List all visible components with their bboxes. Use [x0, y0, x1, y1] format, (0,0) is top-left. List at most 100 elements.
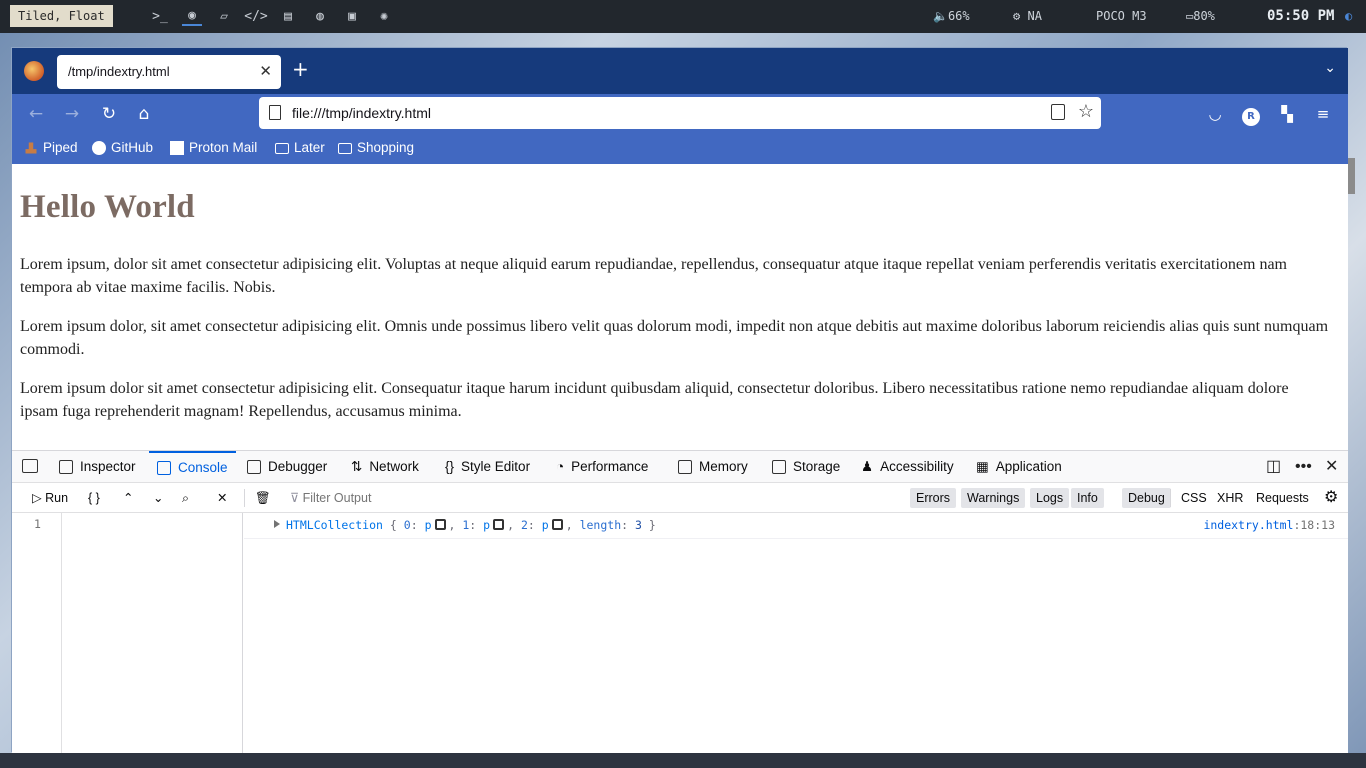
browser-window: /tmp/indextry.html ✕ + ⌄ ← → ↻ ⌂ ☆ ◡ R ▚… — [11, 47, 1348, 754]
filter-logs[interactable]: Logs — [1030, 488, 1070, 508]
node-target-icon[interactable] — [493, 519, 505, 530]
tab-accessibility[interactable]: ♟ Accessibility — [861, 451, 954, 483]
firefox-view-icon[interactable] — [24, 61, 44, 81]
element-picker-icon[interactable] — [22, 459, 38, 473]
settings-icon[interactable]: ✺ — [374, 6, 394, 26]
tab-debugger[interactable]: Debugger — [247, 451, 327, 483]
reader-view-icon[interactable] — [1051, 104, 1065, 120]
console-message: HTMLCollection { 0: p, 1: p, 2: p, lengt… — [244, 513, 1348, 539]
folder-icon — [275, 143, 289, 154]
tab-active[interactable]: /tmp/indextry.html ✕ — [57, 55, 281, 89]
history-previous-icon[interactable]: ⌃ — [123, 483, 133, 513]
tab-inspector[interactable]: Inspector — [59, 451, 136, 483]
terminal-icon[interactable]: >_ — [150, 6, 170, 26]
node-target-icon[interactable] — [434, 519, 446, 530]
bookmark-folder-later[interactable]: Later — [275, 140, 325, 155]
chat-icon[interactable]: ◍ — [310, 6, 330, 26]
tab-title: /tmp/indextry.html — [68, 64, 170, 79]
bookmark-folder-shopping[interactable]: Shopping — [338, 140, 414, 155]
close-editor-icon[interactable]: ✕ — [217, 483, 227, 513]
extensions-icon[interactable]: ▚ — [1275, 102, 1299, 126]
desktop-bottom-strip — [0, 753, 1366, 768]
expand-triangle-icon[interactable] — [274, 520, 280, 528]
dock-side-icon[interactable]: ◫ — [1266, 451, 1281, 483]
volume-value: 66% — [947, 9, 970, 23]
proton-mail-icon — [170, 140, 184, 155]
reverse-search-icon[interactable]: ⌕ — [182, 483, 189, 513]
filter-xhr[interactable]: XHR — [1217, 483, 1243, 513]
paragraph: Lorem ipsum dolor sit amet consectetur a… — [20, 380, 1289, 420]
console-icon — [157, 461, 171, 475]
code-icon[interactable]: </> — [244, 6, 267, 26]
bookmark-proton-mail[interactable]: Proton Mail — [170, 140, 257, 155]
tab-style-editor[interactable]: {} Style Editor — [445, 451, 530, 483]
tab-memory[interactable]: Memory — [678, 451, 748, 483]
tab-application[interactable]: ▦ Application — [976, 451, 1062, 483]
console-settings-gear-icon[interactable]: ⚙ — [1324, 483, 1338, 513]
message-source-link[interactable]: indextry.html:18:13 — [1203, 518, 1335, 532]
menu-hamburger-icon[interactable]: ≡ — [1311, 102, 1335, 126]
bookmark-github[interactable]: GitHub — [92, 140, 153, 155]
tab-storage[interactable]: Storage — [772, 451, 840, 483]
object-preview[interactable]: HTMLCollection { 0: p, 1: p, 2: p, lengt… — [286, 518, 656, 532]
notes-icon[interactable]: ▤ — [278, 6, 298, 26]
page-icon — [269, 105, 281, 120]
close-devtools-icon[interactable]: ✕ — [1325, 451, 1338, 483]
layout-mode-label[interactable]: Tiled, Float — [10, 5, 113, 27]
url-bar[interactable]: ☆ — [259, 97, 1101, 129]
tab-console[interactable]: Console — [149, 451, 236, 483]
list-all-tabs-chevron-icon[interactable]: ⌄ — [1324, 60, 1336, 76]
reload-icon[interactable]: ↻ — [97, 102, 121, 126]
system-top-bar: Tiled, Float >_ ◉ ▱ </> ▤ ◍ ▣ ✺ 🔈66% ⚙ N… — [0, 0, 1366, 33]
object-type: HTMLCollection — [286, 518, 383, 532]
new-tab-button[interactable]: + — [292, 59, 309, 79]
filter-debug[interactable]: Debug — [1122, 488, 1171, 508]
filter-output-field[interactable]: ⊽ — [290, 490, 603, 505]
run-button[interactable]: ▷ Run — [32, 483, 68, 513]
network-icon: ⇅ — [351, 459, 363, 474]
more-options-icon[interactable]: ••• — [1295, 451, 1312, 483]
files-icon[interactable]: ▱ — [214, 6, 234, 26]
browser-icon[interactable]: ◉ — [182, 6, 202, 26]
tab-bar: /tmp/indextry.html ✕ + ⌄ — [12, 48, 1348, 94]
memory-icon — [678, 460, 692, 474]
bookmark-star-icon[interactable]: ☆ — [1078, 101, 1094, 122]
tab-close-icon[interactable]: ✕ — [259, 62, 272, 80]
forward-arrow-icon[interactable]: → — [60, 102, 84, 126]
tab-performance[interactable]: ◔ Performance — [556, 451, 648, 483]
filter-output-input[interactable] — [302, 491, 603, 505]
account-button[interactable]: R — [1239, 102, 1263, 126]
pocket-icon[interactable]: ◡ — [1203, 102, 1227, 126]
paragraph: Lorem ipsum, dolor sit amet consectetur … — [20, 256, 1287, 296]
back-arrow-icon[interactable]: ← — [24, 102, 48, 126]
filter-requests[interactable]: Requests — [1256, 483, 1309, 513]
page-heading: Hello World — [20, 189, 195, 225]
application-grid-icon: ▦ — [976, 459, 989, 474]
bookmark-piped[interactable]: Piped — [24, 140, 78, 155]
filter-warnings[interactable]: Warnings — [961, 488, 1026, 508]
home-icon[interactable]: ⌂ — [132, 102, 156, 126]
accessibility-icon: ♟ — [861, 459, 874, 474]
desktop-scroll-indicator — [1347, 158, 1355, 194]
filter-info[interactable]: Info — [1071, 488, 1104, 508]
clear-console-trash-icon[interactable]: 🗑 — [255, 483, 271, 513]
pretty-print-button[interactable]: { } — [88, 483, 100, 513]
url-input[interactable] — [292, 103, 992, 123]
node-target-icon[interactable] — [551, 519, 563, 530]
entry-key: 2 — [520, 518, 528, 532]
power-icon[interactable]: ◐ — [1345, 0, 1352, 33]
console-editor[interactable]: 1 — [12, 513, 243, 754]
paragraph: Lorem ipsum dolor, sit amet consectetur … — [20, 318, 1329, 358]
tab-label: Debugger — [268, 459, 328, 474]
brace: } — [648, 518, 656, 532]
volume-indicator[interactable]: 🔈66% — [933, 0, 970, 33]
divider — [244, 489, 245, 507]
entry-value: p — [424, 518, 432, 532]
filter-errors[interactable]: Errors — [910, 488, 957, 508]
history-next-icon[interactable]: ⌄ — [153, 483, 163, 513]
filter-css[interactable]: CSS — [1181, 483, 1207, 513]
performance-icon: ◔ — [556, 459, 565, 474]
tab-network[interactable]: ⇅ Network — [351, 451, 419, 483]
media-icon[interactable]: ▣ — [342, 6, 362, 26]
entry-value: p — [483, 518, 491, 532]
